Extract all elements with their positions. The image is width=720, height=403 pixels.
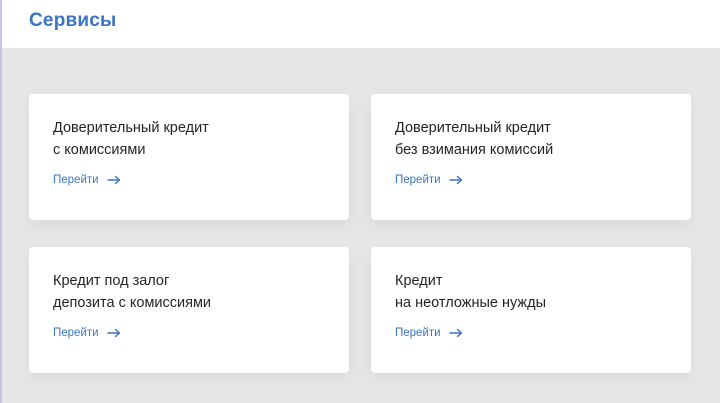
service-card-title-line: без взимания комиссий: [395, 142, 554, 158]
service-card-title-line: Кредит: [395, 273, 443, 289]
service-card-title-line: на неотложные нужды: [395, 295, 546, 311]
service-card-deposit-secured-credit[interactable]: Кредит под залог депозита с комиссиями П…: [29, 247, 349, 373]
go-link[interactable]: Перейти: [53, 174, 121, 186]
service-card-title-line: с комиссиями: [53, 142, 146, 158]
service-card-title-line: Кредит под залог: [53, 273, 170, 289]
service-card-title: Кредит под залог депозита с комиссиями: [53, 270, 211, 314]
arrow-right-icon: [106, 175, 120, 185]
arrow-right-icon: [448, 175, 462, 185]
go-link[interactable]: Перейти: [395, 327, 463, 339]
page-header: Сервисы: [2, 0, 720, 48]
service-card-trust-credit-no-fees[interactable]: Доверительный кредит без взимания комисс…: [371, 94, 691, 220]
go-link[interactable]: Перейти: [395, 174, 463, 186]
service-card-title: Кредит на неотложные нужды: [395, 270, 546, 314]
service-card-trust-credit-with-fees[interactable]: Доверительный кредит с комиссиями Перейт…: [29, 94, 349, 220]
service-card-title-line: Доверительный кредит: [395, 120, 551, 136]
page-title: Сервисы: [29, 10, 117, 31]
window-left-edge: [0, 0, 2, 403]
go-link-label: Перейти: [53, 327, 99, 339]
service-card-title-line: Доверительный кредит: [53, 120, 209, 136]
service-card-urgent-needs-credit[interactable]: Кредит на неотложные нужды Перейти: [371, 247, 691, 373]
service-card-title: Доверительный кредит без взимания комисс…: [395, 117, 553, 161]
arrow-right-icon: [106, 328, 120, 338]
go-link[interactable]: Перейти: [53, 327, 121, 339]
service-card-title-line: депозита с комиссиями: [53, 295, 212, 311]
arrow-right-icon: [448, 328, 462, 338]
go-link-label: Перейти: [395, 327, 441, 339]
go-link-label: Перейти: [395, 174, 441, 186]
go-link-label: Перейти: [53, 174, 99, 186]
service-card-title: Доверительный кредит с комиссиями: [53, 117, 209, 161]
